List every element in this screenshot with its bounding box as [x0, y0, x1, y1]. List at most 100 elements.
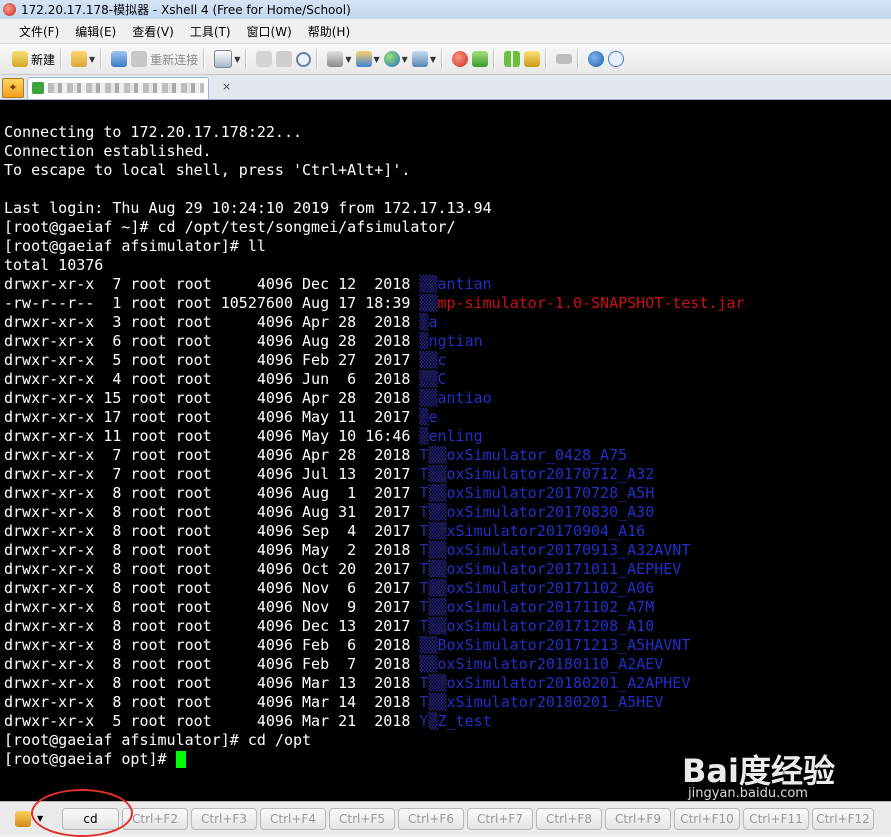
- redacted-text: T▒▒: [419, 522, 447, 540]
- quick-command-button[interactable]: Ctrl+F3: [191, 808, 257, 830]
- directory-name: e: [428, 408, 438, 426]
- terminal-text: total 10376: [4, 256, 104, 274]
- redacted-text: ▒▒: [419, 655, 438, 673]
- terminal-output[interactable]: Connecting to 172.20.17.178:22... Connect…: [0, 100, 891, 801]
- terminal-text: -rw-r--r-- 1 root root 10527600 Aug 17 1…: [4, 294, 420, 312]
- terminal-line: drwxr-xr-x 8 root root 4096 Aug 31 2017 …: [4, 503, 654, 522]
- terminal-line: drwxr-xr-x 8 root root 4096 Sep 4 2017 T…: [4, 522, 645, 541]
- terminal-text: drwxr-xr-x 11 root root 4096 May 10 16:4…: [4, 427, 420, 445]
- menu-bar: 文件(F) 编辑(E) 查看(V) 工具(T) 窗口(W) 帮助(H): [0, 19, 891, 44]
- directory-name: ngtian: [428, 332, 483, 350]
- terminal-text: Last login: Thu Aug 29 10:24:10 2019 fro…: [4, 199, 492, 217]
- terminal-text: drwxr-xr-x 17 root root 4096 May 11 2017: [4, 408, 420, 426]
- terminal-text: drwxr-xr-x 8 root root 4096 Nov 6 2017: [4, 579, 420, 597]
- menu-edit[interactable]: 编辑(E): [67, 23, 124, 40]
- redacted-text: ▒▒: [419, 636, 438, 654]
- xftp-button[interactable]: [451, 48, 468, 70]
- grid-icon: [503, 51, 520, 67]
- help-button[interactable]: [587, 48, 604, 70]
- terminal-line: drwxr-xr-x 3 root root 4096 Apr 28 2018 …: [4, 313, 437, 332]
- menu-file[interactable]: 文件(F): [11, 23, 67, 40]
- redacted-text: T▒▒: [419, 598, 447, 616]
- transfer-button[interactable]: ▼: [355, 48, 380, 70]
- layout-button[interactable]: [503, 48, 520, 70]
- lock-button[interactable]: [523, 48, 540, 70]
- toolbar-separator: [576, 49, 579, 69]
- quick-command-bar: ▼ cd Ctrl+F2 Ctrl+F3 Ctrl+F4 Ctrl+F5 Ctrl+F6 C…: [0, 801, 891, 834]
- quick-command-button[interactable]: Ctrl+F7: [467, 808, 533, 830]
- toolbar-separator: [60, 49, 63, 69]
- terminal-line: Connecting to 172.20.17.178:22...: [4, 123, 302, 142]
- keyboard-button[interactable]: [555, 48, 572, 70]
- quick-command-button[interactable]: Ctrl+F9: [605, 808, 671, 830]
- script-button[interactable]: [471, 48, 488, 70]
- connect-button[interactable]: [111, 48, 128, 70]
- help-icon: [587, 51, 604, 67]
- directory-name: c: [437, 351, 447, 369]
- session-tab-bar: ✦ ×: [0, 75, 891, 101]
- terminal-text: drwxr-xr-x 8 root root 4096 Aug 31 2017: [4, 503, 420, 521]
- terminal-text: [root@gaeiaf opt]#: [4, 750, 176, 768]
- toolbar-separator: [203, 49, 206, 69]
- lock-icon: [523, 51, 540, 67]
- terminal-text: Connecting to 172.20.17.178:22...: [4, 123, 303, 141]
- quick-command-button[interactable]: Ctrl+F10: [674, 808, 740, 830]
- terminal-line: drwxr-xr-x 7 root root 4096 Jul 13 2017 …: [4, 465, 654, 484]
- chevron-down-icon: ▼: [345, 54, 352, 64]
- close-icon[interactable]: ×: [222, 80, 231, 93]
- quick-command-button[interactable]: Ctrl+F8: [536, 808, 602, 830]
- session-tab[interactable]: ×: [27, 77, 231, 99]
- xshell-app-icon[interactable]: [3, 3, 16, 16]
- chat-button[interactable]: [607, 48, 624, 70]
- quick-command-button[interactable]: Ctrl+F5: [329, 808, 395, 830]
- quick-command-button[interactable]: Ctrl+F12: [812, 808, 874, 830]
- font-button[interactable]: ▼: [411, 48, 436, 70]
- terminal-line: [root@gaeiaf afsimulator]# cd /opt: [4, 731, 311, 750]
- chevron-down-icon: ▼: [234, 54, 241, 64]
- copy-button[interactable]: [256, 48, 273, 70]
- directory-name: oxSimulator20170913_A32AVNT: [446, 541, 691, 559]
- terminal-line: drwxr-xr-x 7 root root 4096 Apr 28 2018 …: [4, 446, 627, 465]
- directory-name: oxSimulator20171208_A10: [446, 617, 655, 635]
- baidu-jingyan-watermark: Bai度经验 jingyan.baidu.com: [682, 736, 882, 804]
- properties-button[interactable]: ▼: [214, 48, 240, 70]
- menu-help[interactable]: 帮助(H): [300, 23, 358, 40]
- terminal-line: drwxr-xr-x 6 root root 4096 Aug 28 2018 …: [4, 332, 483, 351]
- open-folder-button[interactable]: ▼: [71, 48, 95, 70]
- directory-name: xSimulator20170904_A16: [446, 522, 646, 540]
- directory-name: oxSimulator20171102_A7M: [446, 598, 655, 616]
- menu-view[interactable]: 查看(V): [124, 23, 182, 40]
- window-title: 172.20.17.178-模拟器 - Xshell 4 (Free for H…: [21, 3, 351, 17]
- terminal-text: drwxr-xr-x 7 root root 4096 Dec 12 2018: [4, 275, 420, 293]
- paste-button[interactable]: [276, 48, 293, 70]
- chevron-down-icon: ▼: [89, 54, 96, 64]
- title-bar: 172.20.17.178-模拟器 - Xshell 4 (Free for H…: [0, 0, 891, 19]
- globe-icon: [383, 51, 400, 67]
- redacted-text: T▒▒: [419, 484, 447, 502]
- terminal-line: drwxr-xr-x 8 root root 4096 Mar 14 2018 …: [4, 693, 663, 712]
- directory-name: C: [437, 370, 447, 388]
- redacted-text: T▒▒: [419, 617, 447, 635]
- menu-tools[interactable]: 工具(T): [182, 23, 239, 40]
- xftp-icon: [451, 51, 468, 67]
- session-manager-button[interactable]: ✦: [2, 78, 24, 98]
- print-button[interactable]: ▼: [327, 48, 352, 70]
- quick-command-button[interactable]: Ctrl+F4: [260, 808, 326, 830]
- reconnect-button[interactable]: 重新连接: [131, 48, 198, 70]
- redacted-text: T▒▒: [419, 446, 447, 464]
- terminal-line: drwxr-xr-x 5 root root 4096 Mar 21 2018 …: [4, 712, 492, 731]
- find-button[interactable]: [296, 48, 312, 70]
- quick-command-button[interactable]: Ctrl+F11: [743, 808, 809, 830]
- quick-command-menu-icon[interactable]: [15, 811, 31, 827]
- globe-button[interactable]: ▼: [383, 48, 408, 70]
- terminal-text: drwxr-xr-x 7 root root 4096 Apr 28 2018: [4, 446, 420, 464]
- new-session-button[interactable]: 新建: [12, 48, 55, 70]
- directory-name: antiao: [437, 389, 492, 407]
- menu-window[interactable]: 窗口(W): [239, 23, 300, 40]
- directory-name: oxSimulator20170712_A32: [446, 465, 655, 483]
- terminal-text: drwxr-xr-x 8 root root 4096 Dec 13 2017: [4, 617, 420, 635]
- terminal-line: drwxr-xr-x 8 root root 4096 Nov 9 2017 T…: [4, 598, 654, 617]
- redacted-text: Y▒: [419, 712, 438, 730]
- quick-command-button[interactable]: Ctrl+F6: [398, 808, 464, 830]
- terminal-line: drwxr-xr-x 4 root root 4096 Jun 6 2018 ▒…: [4, 370, 447, 389]
